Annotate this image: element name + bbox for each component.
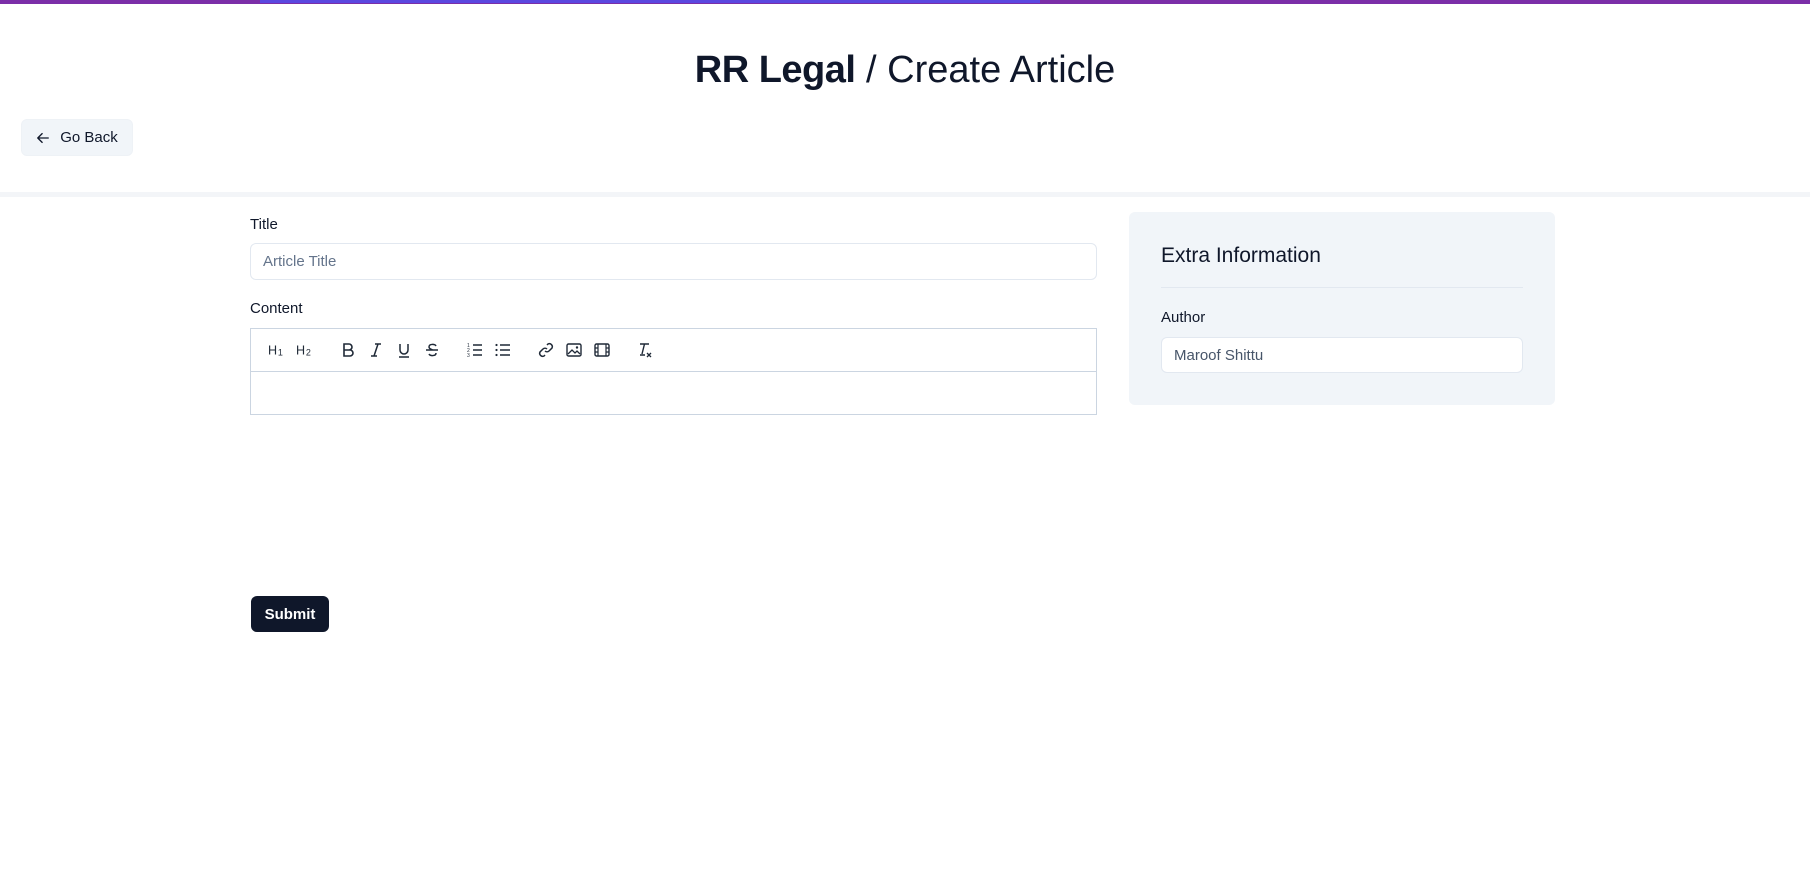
- content-editor: H1 H2 123: [250, 328, 1097, 415]
- bullet-list-icon[interactable]: [489, 336, 517, 364]
- italic-icon[interactable]: [362, 336, 390, 364]
- svg-text:H: H: [268, 344, 277, 358]
- strikethrough-icon[interactable]: [418, 336, 446, 364]
- brand-name: RR Legal: [694, 49, 856, 91]
- author-input[interactable]: [1161, 337, 1523, 373]
- page-title: RR Legal / Create Article: [0, 44, 1810, 96]
- author-label: Author: [1161, 309, 1206, 326]
- extra-information-heading: Extra Information: [1161, 244, 1321, 267]
- clear-format-icon[interactable]: [631, 336, 659, 364]
- submit-button[interactable]: Submit: [251, 596, 329, 632]
- svg-text:H: H: [296, 344, 305, 358]
- arrow-left-icon: [37, 132, 50, 143]
- svg-text:3: 3: [467, 353, 470, 359]
- title-separator: /: [866, 49, 877, 91]
- editor-content-area[interactable]: [251, 372, 1096, 414]
- link-icon[interactable]: [532, 336, 560, 364]
- ordered-list-icon[interactable]: 123: [461, 336, 489, 364]
- video-icon[interactable]: [588, 336, 616, 364]
- page-subtitle: Create Article: [887, 49, 1116, 91]
- underline-icon[interactable]: [390, 336, 418, 364]
- go-back-button[interactable]: Go Back: [21, 119, 133, 156]
- svg-text:2: 2: [306, 347, 311, 357]
- panel-divider: [1161, 287, 1523, 288]
- title-label: Title: [250, 216, 278, 233]
- bold-icon[interactable]: [334, 336, 362, 364]
- article-title-input[interactable]: [250, 243, 1097, 280]
- content-label: Content: [250, 300, 303, 317]
- loading-progress-bar: [260, 0, 1040, 3]
- svg-text:1: 1: [278, 347, 283, 357]
- image-icon[interactable]: [560, 336, 588, 364]
- editor-toolbar: H1 H2 123: [251, 329, 1096, 372]
- go-back-label: Go Back: [60, 129, 118, 146]
- extra-information-panel: Extra Information Author: [1129, 212, 1555, 405]
- page-header: RR Legal / Create Article Go Back: [0, 4, 1810, 197]
- heading-1-icon[interactable]: H1: [263, 336, 291, 364]
- heading-2-icon[interactable]: H2: [291, 336, 319, 364]
